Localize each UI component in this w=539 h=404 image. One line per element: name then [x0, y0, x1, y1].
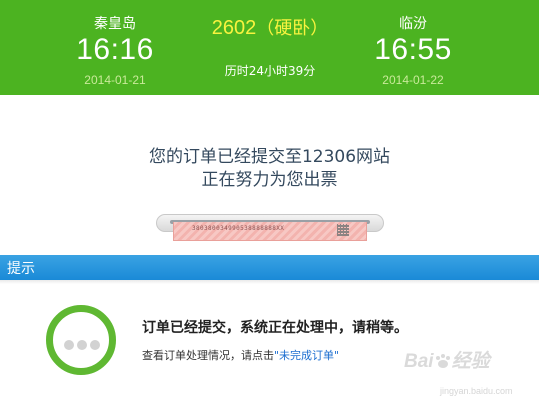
ticket-code: 380380034990538888888XX	[192, 225, 285, 232]
printed-ticket: 380380034990538888888XX	[173, 222, 367, 241]
watermark-url: jingyan.baidu.com	[440, 386, 513, 396]
seat-type: 硬卧	[274, 18, 311, 39]
paren-open: （	[256, 18, 275, 39]
trip-header: 秦皇岛 16:16 2014-01-21 2602（硬卧） 历时24小时39分 …	[0, 0, 539, 95]
arrival-time: 16:55	[374, 33, 452, 66]
watermark-logo-text: Bai	[404, 351, 434, 372]
submission-message: 您的订单已经提交至12306网站 正在努力为您出票	[0, 146, 539, 192]
submission-message-line2: 正在努力为您出票	[201, 170, 338, 190]
departure-date: 2014-01-21	[84, 73, 146, 87]
status-dot	[90, 340, 100, 350]
trip-duration: 历时24小时39分	[224, 64, 316, 78]
status-dot	[64, 340, 74, 350]
ticket-qr-icon	[337, 224, 349, 236]
processing-dots-icon	[46, 305, 116, 375]
train-number-line: 2602（硬卧）	[170, 14, 370, 40]
status-hint-text: 查看订单处理情况，请点击	[142, 349, 274, 362]
departure-station-name: 秦皇岛	[94, 16, 136, 32]
watermark-logo-suffix: 经验	[451, 351, 490, 372]
train-number: 2602	[211, 17, 257, 39]
tips-title: 提示	[7, 261, 35, 277]
arrival-station-name: 临汾	[399, 16, 427, 32]
paw-icon	[435, 354, 450, 368]
status-hint: 查看订单处理情况，请点击"未完成订单"	[142, 347, 339, 363]
status-dot	[77, 340, 87, 350]
baidu-jingyan-watermark: Bai 经验	[404, 346, 490, 373]
tips-bar: 提示	[0, 255, 539, 280]
arrival-date: 2014-01-22	[382, 73, 444, 87]
departure-time: 16:16	[76, 33, 154, 66]
status-title: 订单已经提交，系统正在处理中，请稍等。	[142, 320, 408, 336]
submission-message-line1: 您的订单已经提交至12306网站	[148, 147, 391, 167]
tips-divider	[0, 280, 539, 284]
unfinished-orders-link[interactable]: "未完成订单"	[274, 349, 339, 362]
paren-close: ）	[310, 18, 329, 39]
